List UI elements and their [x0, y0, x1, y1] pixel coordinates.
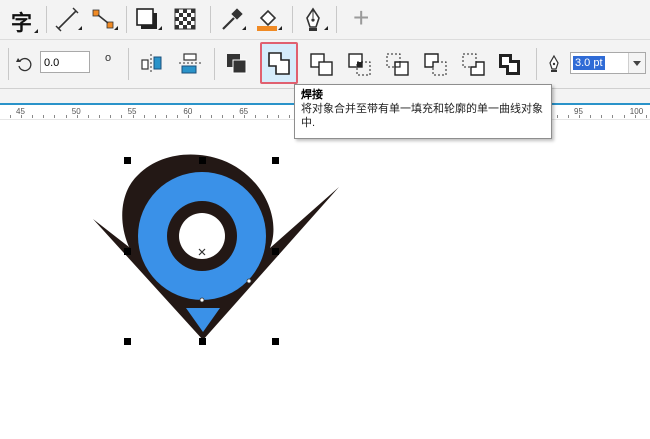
selection-handle[interactable] [272, 248, 279, 255]
pen-nib-icon [306, 7, 328, 31]
rotation-input[interactable]: 0.0 [40, 51, 90, 73]
ruler-tick [624, 115, 625, 118]
chevron-down-icon [633, 61, 641, 66]
eyedropper-tool-button[interactable] [218, 6, 246, 34]
outline-width-value: 3.0 pt [573, 56, 605, 70]
ruler-tick [255, 115, 256, 118]
weld-tooltip: 焊接 将对象合并至带有单一填充和轮廓的单一曲线对象中. [294, 84, 552, 139]
dimension-tool-icon [55, 7, 82, 32]
selection-handle[interactable] [272, 338, 279, 345]
outline-width-select[interactable]: 3.0 pt [570, 52, 646, 74]
back-minus-front-button[interactable] [460, 51, 488, 79]
create-boundary-icon [499, 54, 520, 75]
selection-handle[interactable] [199, 157, 206, 164]
fill-bucket-icon [257, 9, 282, 31]
ruler-tick [557, 115, 558, 118]
mirror-vertical-icon [179, 53, 201, 74]
weld-icon [268, 52, 290, 75]
transparency-checker-icon [174, 8, 196, 30]
ruler-tick [133, 115, 134, 118]
weld-button[interactable] [260, 42, 298, 84]
simplify-icon [386, 53, 409, 76]
ruler-tick [601, 115, 602, 118]
ruler-tick [646, 115, 647, 118]
rotation-icon [16, 55, 34, 73]
ruler-tick [43, 115, 44, 118]
ruler-tick [77, 115, 78, 118]
interactive-fill-tool-button[interactable] [254, 6, 282, 34]
mirror-horizontal-icon [141, 54, 162, 74]
ruler-tick [579, 115, 580, 118]
selection-handle[interactable] [199, 338, 206, 345]
welded-shape[interactable] [0, 120, 650, 439]
mirror-horizontal-button[interactable] [140, 52, 164, 76]
trim-button[interactable] [308, 51, 336, 79]
ruler-tick [32, 115, 33, 118]
selection-handle[interactable] [272, 157, 279, 164]
intersect-icon [348, 53, 371, 76]
ruler-tick [568, 115, 569, 118]
ruler-tick [54, 115, 55, 118]
ruler-tick [144, 115, 145, 118]
create-boundary-button[interactable] [496, 51, 524, 79]
drop-shadow-icon [136, 8, 162, 30]
degree-symbol: o [105, 52, 112, 64]
ruler-tick [278, 115, 279, 118]
add-icon: + [353, 2, 370, 33]
ruler-tick [222, 115, 223, 118]
node-point [199, 297, 205, 303]
connector-tool-icon [92, 9, 118, 30]
ruler-tick [289, 115, 290, 118]
ruler-label: 100 [629, 107, 644, 116]
outline-pen-tool-button[interactable] [300, 6, 328, 34]
transparency-tool-button[interactable] [172, 6, 200, 34]
ruler-tick [267, 115, 268, 118]
ruler-tick [121, 115, 122, 118]
ruler-tick [211, 115, 212, 118]
ruler-tick [188, 115, 189, 118]
ruler-tick [155, 115, 156, 118]
connector-tool-button[interactable] [90, 6, 118, 34]
simplify-button[interactable] [384, 51, 412, 79]
text-tool-button[interactable]: 字 [10, 6, 38, 35]
node-point [246, 278, 252, 284]
intersect-button[interactable] [346, 51, 374, 79]
dimension-tool-button[interactable] [54, 6, 82, 34]
combine-icon [227, 54, 247, 74]
back-minus-front-icon [462, 53, 485, 76]
selection-handle[interactable] [124, 338, 131, 345]
ruler-tick [244, 115, 245, 118]
ruler-tick [612, 115, 613, 118]
ruler-tick [21, 115, 22, 118]
ruler-tick [590, 115, 591, 118]
tooltip-description: 将对象合并至带有单一填充和轮廓的单一曲线对象中. [301, 103, 543, 129]
combine-button[interactable] [224, 51, 250, 77]
add-button[interactable]: + [350, 2, 378, 34]
ruler-tick [66, 115, 67, 118]
mirror-vertical-button[interactable] [178, 52, 202, 76]
top-toolbar: 字 + [0, 0, 650, 40]
outline-pen-icon [546, 54, 562, 74]
ruler-tick [88, 115, 89, 118]
ruler-tick [10, 115, 11, 118]
ruler-tick [233, 115, 234, 118]
outline-width-dropdown-button[interactable] [628, 53, 645, 73]
selection-handle[interactable] [124, 248, 131, 255]
selection-handle[interactable] [124, 157, 131, 164]
tooltip-title: 焊接 [301, 89, 323, 101]
front-minus-back-icon [424, 53, 447, 76]
ruler-tick [99, 115, 100, 118]
ruler-tick [177, 115, 178, 118]
trim-icon [310, 53, 333, 76]
front-minus-back-button[interactable] [422, 51, 450, 79]
ruler-tick [200, 115, 201, 118]
ruler-tick [635, 115, 636, 118]
drop-shadow-tool-button[interactable] [134, 6, 162, 34]
ruler-tick [110, 115, 111, 118]
eyedropper-icon [222, 8, 246, 30]
text-tool-glyph: 字 [11, 12, 32, 35]
ruler-tick [166, 115, 167, 118]
